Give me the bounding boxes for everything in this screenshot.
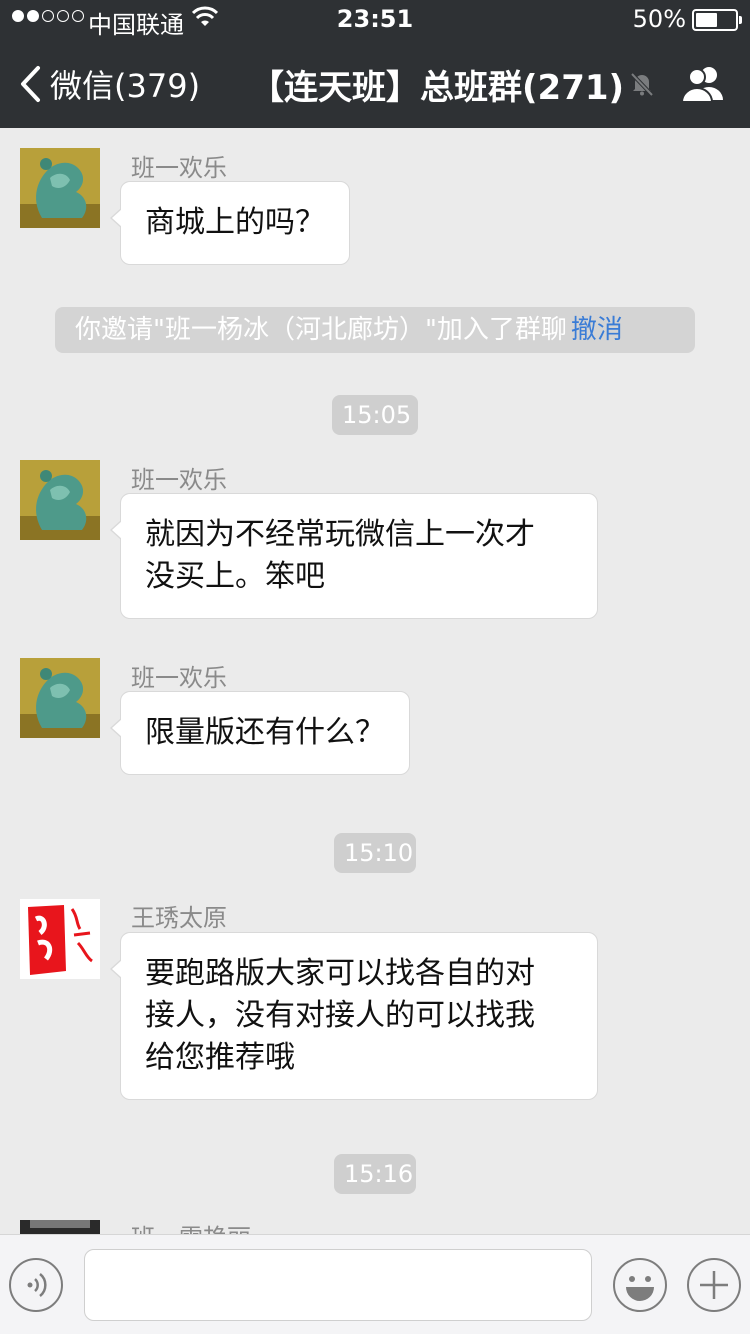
chevron-left-icon <box>21 66 40 102</box>
emoji-icon[interactable] <box>612 1257 668 1313</box>
message-bubble[interactable]: 就因为不经常玩微信上一次才 没买上。笨吧 <box>110 493 598 619</box>
timestamp: 15:10 <box>334 833 416 873</box>
timestamp: 15:16 <box>334 1154 416 1194</box>
group-members-icon[interactable] <box>680 64 726 104</box>
sender-name: 班一雷艳丽 <box>131 1218 251 1234</box>
message-bubble[interactable]: 商城上的吗？ <box>110 181 350 265</box>
message-text-line: 要跑路版大家可以找各自的对 <box>145 956 535 991</box>
message-text-line: 没买上。笨吧 <box>145 559 325 594</box>
system-notice-text: 你邀请"班一杨冰（河北廊坊）"加入了群聊 <box>75 315 567 345</box>
message-text-line: 给您推荐哦 <box>145 1040 295 1075</box>
message-bubble[interactable]: 限量版还有什么？ <box>110 691 410 775</box>
system-notice: 你邀请"班一杨冰（河北廊坊）"加入了群聊 撤消 <box>55 307 695 353</box>
chat-title: 【连天班】总班群(271) <box>250 68 625 108</box>
message-bubble[interactable]: 要跑路版大家可以找各自的对 接人，没有对接人的可以找我 给您推荐哦 <box>110 932 598 1100</box>
battery-icon <box>692 9 742 31</box>
jade-sculpture-avatar[interactable] <box>20 148 100 228</box>
jade-sculpture-avatar[interactable] <box>20 460 100 540</box>
sender-name: 王琇太原 <box>131 904 227 932</box>
message-text-line: 接人，没有对接人的可以找我 <box>145 998 535 1033</box>
red-calligraphy-avatar[interactable] <box>20 899 100 979</box>
message-text-line: 就因为不经常玩微信上一次才 <box>145 517 535 552</box>
sender-name: 班一欢乐 <box>131 154 227 182</box>
message-text: 商城上的吗？ <box>145 205 325 240</box>
revoke-link[interactable]: 撤消 <box>571 315 623 345</box>
message-text: 限量版还有什么？ <box>145 715 385 750</box>
voice-input-icon[interactable] <box>8 1257 64 1313</box>
back-button[interactable]: 微信(379) <box>18 62 200 106</box>
mute-bell-icon <box>630 72 654 97</box>
battery-percentage: 50% <box>632 5 686 33</box>
plus-icon[interactable] <box>686 1257 742 1313</box>
top-bar: 中国联通 23:51 50% 微信(379) 【连天班】总班群(271) <box>0 0 750 128</box>
status-bar: 中国联通 23:51 50% <box>0 0 750 40</box>
photo-avatar[interactable] <box>20 1220 100 1234</box>
jade-sculpture-avatar[interactable] <box>20 658 100 738</box>
back-label: 微信(379) <box>50 67 201 105</box>
message-input[interactable] <box>84 1249 592 1321</box>
timestamp: 15:05 <box>332 395 418 435</box>
sender-name: 班一欢乐 <box>131 466 227 494</box>
sender-name: 班一欢乐 <box>131 664 227 692</box>
chat-area[interactable]: 班一欢乐 商城上的吗？ 你邀请"班一杨冰（河北廊坊）"加入了群聊 撤消 15:05… <box>0 128 750 1234</box>
input-toolbar <box>0 1234 750 1334</box>
